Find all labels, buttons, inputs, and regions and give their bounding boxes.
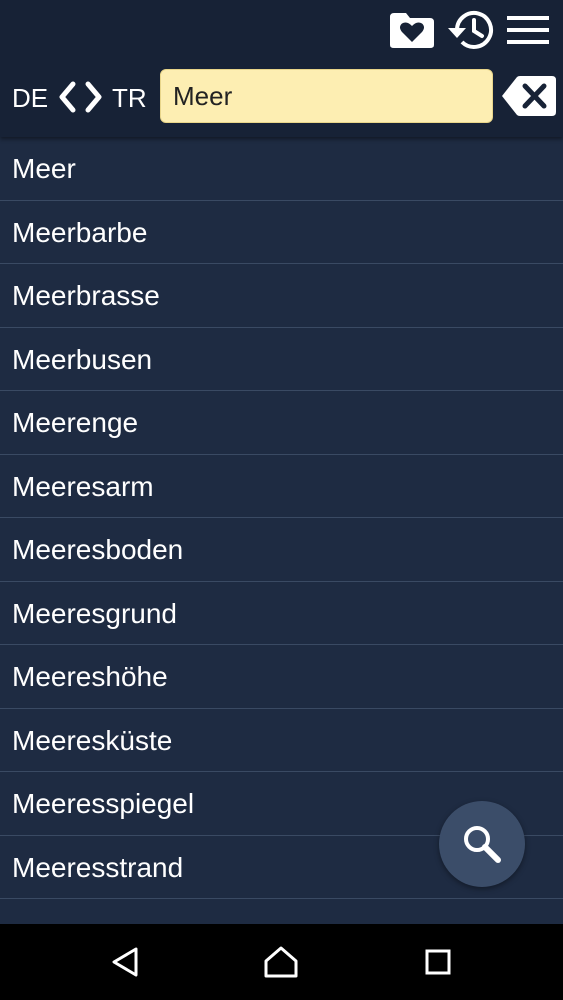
menu-button[interactable] [501,8,555,52]
result-row[interactable]: Meeresgrund [0,582,563,645]
system-nav-bar [0,924,563,1000]
back-icon [112,947,138,977]
folder-heart-icon [390,13,434,48]
source-language-label[interactable]: DE [12,83,48,114]
search-icon [464,826,501,863]
search-fab[interactable] [439,801,525,887]
result-row[interactable]: Meerbarbe [0,201,563,264]
recents-button[interactable] [418,942,458,982]
toolbar-actions [381,8,555,52]
result-row[interactable]: Meeresküste [0,709,563,772]
favorites-button[interactable] [385,8,439,52]
target-language-label[interactable]: TR [112,83,147,114]
recents-icon [425,949,451,975]
home-icon [264,946,298,978]
search-field[interactable] [160,69,493,123]
history-button[interactable] [443,8,497,52]
result-row[interactable]: Meeresboden [0,518,563,582]
history-icon [448,10,493,49]
result-row[interactable]: Meerbusen [0,328,563,391]
swap-arrows-icon [59,81,102,113]
result-row[interactable]: Meer [0,137,563,201]
result-row[interactable]: Meerenge [0,391,563,455]
top-app-bar: DE TR [0,0,563,137]
search-input[interactable] [161,70,492,122]
swap-languages-button[interactable] [56,79,106,115]
result-row[interactable]: Meeresarm [0,455,563,518]
menu-icon [507,16,549,44]
home-button[interactable] [261,942,301,982]
clear-search-button[interactable] [500,74,558,118]
result-row[interactable]: Meerbrasse [0,264,563,328]
backspace-clear-icon [502,76,556,116]
back-button[interactable] [105,942,145,982]
result-row[interactable]: Meereshöhe [0,645,563,709]
language-search-row: DE TR [0,69,563,125]
